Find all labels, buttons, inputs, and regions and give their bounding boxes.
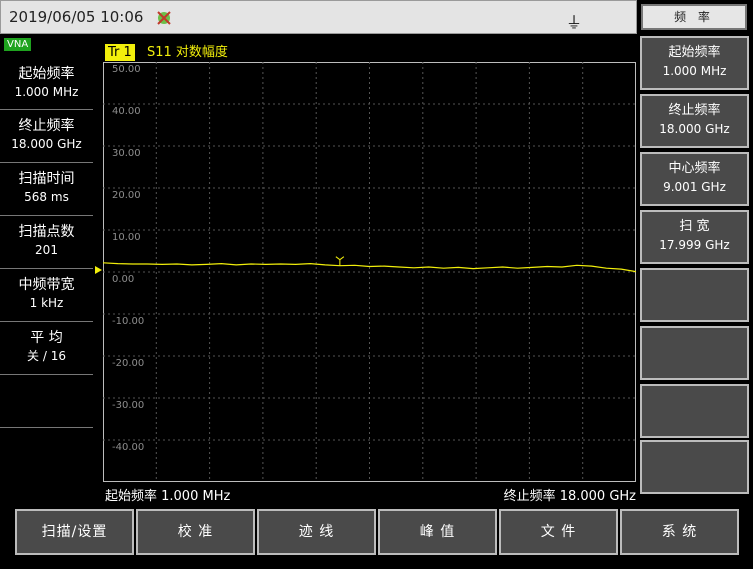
- left-info-label: 中频带宽: [18, 277, 75, 293]
- y-tick-label: 0.00: [112, 274, 135, 285]
- y-tick-label: 10.00: [112, 232, 141, 243]
- left-info-sweep-points[interactable]: 扫描点数 201: [0, 216, 93, 269]
- softkey-value: 18.000 GHz: [659, 122, 730, 136]
- y-tick-label: -20.00: [112, 358, 145, 369]
- datetime: 2019/06/05 10:06: [9, 8, 144, 26]
- y-tick-label: -40.00: [112, 442, 145, 453]
- left-info-empty: [0, 375, 93, 428]
- left-info-start-freq[interactable]: 起始频率 1.000 MHz: [0, 60, 93, 110]
- menu-header: 频 率: [641, 4, 747, 30]
- satellite-icon: [157, 11, 171, 25]
- softkey-value: 1.000 MHz: [662, 64, 727, 78]
- softkey-empty-7[interactable]: [640, 384, 749, 438]
- softkey-empty-6[interactable]: [640, 326, 749, 380]
- left-info-label: 平 均: [30, 330, 63, 346]
- button-system[interactable]: 系 统: [620, 509, 739, 555]
- softkey-label: 扫 宽: [679, 219, 710, 234]
- plug-icon: ⏚: [566, 13, 583, 32]
- trace-tag[interactable]: Tr 1: [105, 44, 135, 61]
- softkey-stop-frequency[interactable]: 终止频率 18.000 GHz: [640, 94, 749, 148]
- left-info-value: 关 / 16: [27, 349, 66, 363]
- button-calibration[interactable]: 校 准: [136, 509, 255, 555]
- left-info-value: 1 kHz: [29, 296, 64, 310]
- softkey-center-frequency[interactable]: 中心频率 9.001 GHz: [640, 152, 749, 206]
- softkey-value: 9.001 GHz: [663, 180, 726, 194]
- y-tick-label: 40.00: [112, 106, 141, 117]
- softkey-empty-5[interactable]: [640, 268, 749, 322]
- left-info-sweep-time[interactable]: 扫描时间 568 ms: [0, 163, 93, 216]
- softkey-label: 起始频率: [668, 45, 721, 60]
- left-info-stop-freq[interactable]: 终止频率 18.000 GHz: [0, 110, 93, 163]
- left-info-label: 扫描点数: [18, 224, 75, 240]
- y-tick-label: 50.00: [112, 64, 141, 75]
- softkey-empty-8[interactable]: [640, 440, 749, 494]
- vna-badge: VNA: [4, 38, 32, 51]
- left-info-value: 201: [35, 243, 58, 257]
- left-info-label: 终止频率: [18, 118, 75, 134]
- left-info-value: 1.000 MHz: [14, 85, 79, 99]
- trace-description: S11 对数幅度: [147, 45, 228, 60]
- softkey-value: 17.999 GHz: [659, 238, 730, 252]
- button-peak[interactable]: 峰 值: [378, 509, 497, 555]
- left-info-value: 568 ms: [24, 190, 69, 204]
- start-frequency-label: 起始频率 1.000 MHz: [105, 489, 231, 504]
- y-tick-label: -10.00: [112, 316, 145, 327]
- button-file[interactable]: 文 件: [499, 509, 618, 555]
- y-tick-label: 30.00: [112, 148, 141, 159]
- button-trace[interactable]: 迹 线: [257, 509, 376, 555]
- left-info-average[interactable]: 平 均 关 / 16: [0, 322, 93, 375]
- left-info-if-bandwidth[interactable]: 中频带宽 1 kHz: [0, 269, 93, 322]
- stop-frequency-label: 终止频率 18.000 GHz: [503, 489, 636, 504]
- softkey-start-frequency[interactable]: 起始频率 1.000 MHz: [640, 36, 749, 90]
- chart-plot: [103, 62, 636, 482]
- y-tick-label: 20.00: [112, 190, 141, 201]
- left-info-label: 起始频率: [18, 66, 75, 82]
- left-info-label: 扫描时间: [18, 171, 75, 187]
- softkey-label: 终止频率: [668, 103, 721, 118]
- button-sweep-setup[interactable]: 扫描/设置: [15, 509, 134, 555]
- y-tick-label: -30.00: [112, 400, 145, 411]
- s11-chart[interactable]: 50.00 40.00 30.00 20.00 10.00 0.00 -10.00 -20.0…: [103, 62, 636, 482]
- left-info-value: 18.000 GHz: [11, 137, 82, 151]
- softkey-label: 中心频率: [668, 161, 721, 176]
- status-bar: 2019/06/05 10:06 ⏚: [0, 0, 637, 34]
- softkey-span[interactable]: 扫 宽 17.999 GHz: [640, 210, 749, 264]
- reference-level-marker[interactable]: [95, 266, 102, 274]
